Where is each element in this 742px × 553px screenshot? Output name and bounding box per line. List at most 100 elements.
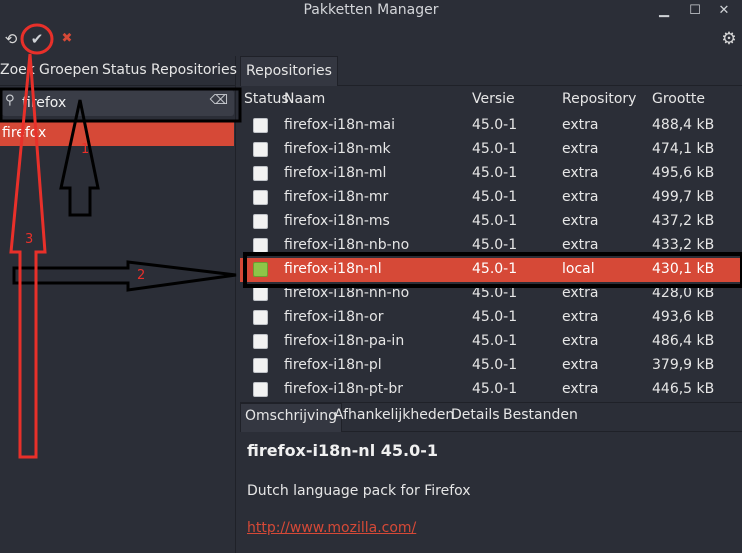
detail-title: firefox-i18n-nl 45.0-1 — [247, 441, 438, 460]
table-row[interactable]: firefox-i18n-nb-no 45.0-1 extra 433,2 kB — [240, 234, 742, 258]
table-row[interactable]: firefox-i18n-ml 45.0-1 extra 495,6 kB — [240, 162, 742, 186]
package-size: 488,4 kB — [652, 117, 715, 133]
package-name: firefox-i18n-nb-no — [284, 237, 410, 253]
status-checkbox[interactable] — [253, 382, 268, 397]
package-name: firefox-i18n-pt-br — [284, 381, 403, 397]
package-version: 45.0-1 — [472, 381, 518, 397]
search-box: ⚲ ⌫ — [2, 90, 234, 116]
package-repository: extra — [562, 309, 599, 325]
settings-gear-icon[interactable]: ⚙ — [718, 28, 740, 50]
table-row[interactable]: firefox-i18n-ms 45.0-1 extra 437,2 kB — [240, 210, 742, 234]
detail-description: Dutch language pack for Firefox — [247, 483, 471, 499]
package-repository: extra — [562, 189, 599, 205]
status-checkbox[interactable] — [253, 118, 268, 133]
package-repository: extra — [562, 165, 599, 181]
table-row[interactable]: firefox-i18n-or 45.0-1 extra 493,6 kB — [240, 306, 742, 330]
package-repository: extra — [562, 141, 599, 157]
detail-panel: firefox-i18n-nl 45.0-1 Dutch language pa… — [240, 433, 742, 553]
status-checkbox[interactable] — [253, 238, 268, 253]
left-tab-bar: Zoek Groepen Status Repositories — [0, 56, 237, 86]
clear-search-icon[interactable]: ⌫ — [210, 93, 228, 108]
package-version: 45.0-1 — [472, 213, 518, 229]
minimize-button[interactable]: ▁ — [655, 2, 673, 20]
close-button[interactable]: ✕ — [715, 2, 733, 20]
package-size: 437,2 kB — [652, 213, 715, 229]
column-repository[interactable]: Repository — [562, 91, 636, 107]
package-name: firefox-i18n-mk — [284, 141, 391, 157]
table-row[interactable]: firefox-i18n-mai 45.0-1 extra 488,4 kB — [240, 114, 742, 138]
table-row[interactable]: firefox-i18n-mr 45.0-1 extra 499,7 kB — [240, 186, 742, 210]
tab-repositories[interactable]: Repositories — [151, 62, 237, 78]
package-size: 433,2 kB — [652, 237, 715, 253]
detail-tab-bar: Omschrijving Afhankelijkheden Details Be… — [240, 402, 742, 432]
apply-icon[interactable]: ✔ — [26, 28, 48, 50]
status-checkbox[interactable] — [253, 334, 268, 349]
column-size[interactable]: Grootte — [652, 91, 705, 107]
tab-repositories-view[interactable]: Repositories — [240, 56, 338, 86]
package-version: 45.0-1 — [472, 189, 518, 205]
package-repository: local — [562, 261, 595, 277]
installed-status-checkbox[interactable] — [253, 262, 268, 277]
status-checkbox[interactable] — [253, 142, 268, 157]
table-row[interactable]: firefox-i18n-pa-in 45.0-1 extra 486,4 kB — [240, 330, 742, 354]
table-header: Status Naam Versie Repository Grootte — [240, 88, 742, 112]
package-size: 486,4 kB — [652, 333, 715, 349]
search-result-item[interactable]: firefox — [0, 122, 234, 146]
tab-status[interactable]: Status — [102, 62, 147, 78]
package-size: 379,9 kB — [652, 357, 715, 373]
right-tab-bar: Repositories — [240, 56, 742, 86]
package-name: firefox-i18n-nl — [284, 261, 382, 277]
package-version: 45.0-1 — [472, 309, 518, 325]
status-checkbox[interactable] — [253, 286, 268, 301]
status-checkbox[interactable] — [253, 190, 268, 205]
status-checkbox[interactable] — [253, 214, 268, 229]
toolbar: ⟲ ✔ ✖ ⚙ — [0, 24, 742, 56]
tab-description[interactable]: Omschrijving — [240, 403, 342, 432]
search-input[interactable] — [22, 92, 202, 114]
column-name[interactable]: Naam — [284, 91, 325, 107]
status-checkbox[interactable] — [253, 358, 268, 373]
tab-groups[interactable]: Groepen — [39, 62, 99, 78]
title-bar: Pakketten Manager ▁ ☐ ✕ — [0, 0, 742, 24]
package-version: 45.0-1 — [472, 117, 518, 133]
tab-files[interactable]: Bestanden — [503, 407, 578, 423]
cancel-icon[interactable]: ✖ — [56, 28, 78, 50]
table-row[interactable]: firefox-i18n-mk 45.0-1 extra 474,1 kB — [240, 138, 742, 162]
package-version: 45.0-1 — [472, 285, 518, 301]
package-version: 45.0-1 — [472, 357, 518, 373]
table-row[interactable]: firefox-i18n-pt-br 45.0-1 extra 446,5 kB — [240, 378, 742, 402]
table-row[interactable]: firefox-i18n-nl 45.0-1 local 430,1 kB — [240, 258, 742, 282]
tab-details[interactable]: Details — [451, 407, 500, 423]
refresh-icon[interactable]: ⟲ — [0, 28, 22, 50]
maximize-button[interactable]: ☐ — [686, 2, 704, 20]
package-repository: extra — [562, 333, 599, 349]
search-result-label: firefox — [2, 125, 47, 141]
package-size: 499,7 kB — [652, 189, 715, 205]
tab-dependencies[interactable]: Afhankelijkheden — [334, 407, 454, 423]
status-checkbox[interactable] — [253, 310, 268, 325]
package-size: 474,1 kB — [652, 141, 715, 157]
package-version: 45.0-1 — [472, 141, 518, 157]
package-name: firefox-i18n-nn-no — [284, 285, 410, 301]
package-name: firefox-i18n-ml — [284, 165, 387, 181]
table-row[interactable]: firefox-i18n-pl 45.0-1 extra 379,9 kB — [240, 354, 742, 378]
table-row[interactable]: firefox-i18n-nn-no 45.0-1 extra 428,0 kB — [240, 282, 742, 306]
package-name: firefox-i18n-mai — [284, 117, 396, 133]
package-name: firefox-i18n-pa-in — [284, 333, 405, 349]
package-size: 428,0 kB — [652, 285, 715, 301]
left-pane: Zoek Groepen Status Repositories ⚲ ⌫ fir… — [0, 56, 237, 553]
package-name: firefox-i18n-ms — [284, 213, 390, 229]
column-version[interactable]: Versie — [472, 91, 515, 107]
column-status[interactable]: Status — [244, 91, 289, 107]
package-name: firefox-i18n-or — [284, 309, 384, 325]
tab-search[interactable]: Zoek — [0, 62, 35, 78]
window-title: Pakketten Manager — [303, 2, 439, 18]
package-size: 495,6 kB — [652, 165, 715, 181]
package-repository: extra — [562, 285, 599, 301]
package-size: 430,1 kB — [652, 261, 715, 277]
right-pane: Repositories Status Naam Versie Reposito… — [240, 56, 742, 553]
package-repository: extra — [562, 117, 599, 133]
package-version: 45.0-1 — [472, 261, 518, 277]
detail-homepage-link[interactable]: http://www.mozilla.com/ — [247, 520, 416, 536]
status-checkbox[interactable] — [253, 166, 268, 181]
